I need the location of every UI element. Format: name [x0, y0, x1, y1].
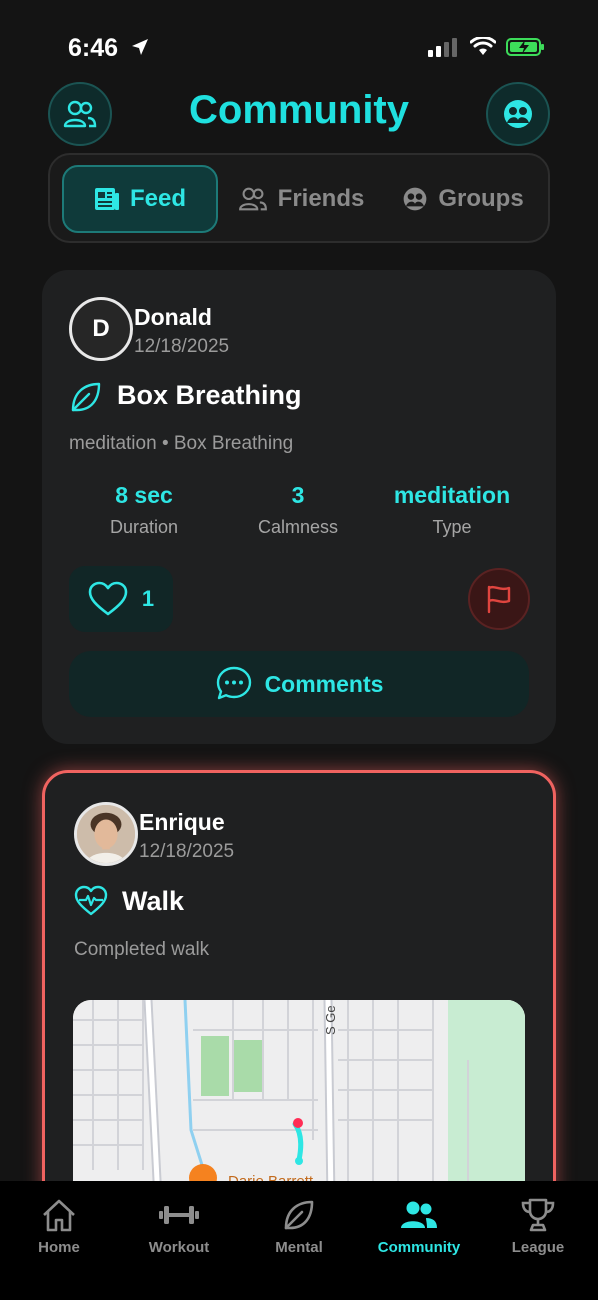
- like-button[interactable]: 1: [69, 566, 173, 632]
- flag-icon: [487, 585, 511, 614]
- stat-calmness: 3 Calmness: [223, 482, 373, 538]
- tab-groups[interactable]: Groups: [398, 165, 528, 233]
- trophy-icon: [488, 1195, 588, 1235]
- location-arrow-icon: [130, 37, 150, 62]
- tab-feed-label: Feed: [129, 185, 186, 212]
- nav-mental-label: Mental: [275, 1239, 323, 1256]
- nav-mental[interactable]: Mental: [249, 1195, 349, 1256]
- people-icon: [369, 1195, 469, 1235]
- stat-value: 3: [291, 482, 305, 508]
- profile-photo: [77, 805, 135, 863]
- report-button[interactable]: [468, 568, 530, 630]
- avatar[interactable]: [74, 802, 138, 866]
- nav-community[interactable]: Community: [369, 1195, 469, 1256]
- post-date: 12/18/2025: [134, 336, 230, 357]
- comments-button[interactable]: Comments: [69, 651, 529, 717]
- signal-icon: [428, 38, 457, 57]
- avatar[interactable]: D: [69, 297, 133, 361]
- people-icon: [238, 187, 267, 211]
- header: Community: [0, 82, 598, 148]
- stat-label: Duration: [109, 517, 179, 537]
- wifi-icon: [470, 37, 496, 55]
- groups-button[interactable]: [486, 82, 550, 146]
- activity-subtitle: Completed walk: [74, 939, 210, 960]
- stat-type: meditation Type: [377, 482, 527, 538]
- activity-title: Walk: [122, 886, 185, 916]
- nav-league[interactable]: League: [488, 1195, 588, 1256]
- status-bar: 6:46: [0, 0, 598, 80]
- post-user-name[interactable]: Donald: [134, 304, 212, 331]
- battery-charging-icon: [506, 38, 544, 56]
- nav-home[interactable]: Home: [9, 1195, 109, 1256]
- bottom-nav: Home Workout Mental Community League: [0, 1181, 598, 1300]
- segmented-tabs: Feed Friends Groups: [48, 153, 550, 243]
- group-avatar-icon: [504, 100, 532, 128]
- activity-subtitle: meditation • Box Breathing: [69, 433, 294, 454]
- leaf-icon: [249, 1195, 349, 1235]
- newspaper-icon: [94, 188, 119, 210]
- leaf-icon: [69, 380, 103, 419]
- nav-workout-label: Workout: [148, 1239, 210, 1256]
- stat-label: Calmness: [257, 517, 339, 537]
- tab-feed[interactable]: Feed: [62, 165, 218, 233]
- heart-icon: [88, 581, 128, 616]
- post-date: 12/18/2025: [139, 841, 235, 862]
- stat-value: 8 sec: [115, 482, 173, 508]
- heart-pulse-icon: [74, 885, 108, 922]
- activity-title: Box Breathing: [117, 380, 302, 410]
- feed-post: D Donald 12/18/2025 Box Breathing medita…: [42, 270, 556, 744]
- stat-duration: 8 sec Duration: [69, 482, 219, 538]
- status-indicators: [428, 37, 546, 57]
- nav-league-label: League: [511, 1239, 565, 1256]
- map-street-label: S Ge: [323, 1005, 338, 1035]
- nav-workout[interactable]: Workout: [129, 1195, 229, 1256]
- comments-label: Comments: [264, 670, 384, 697]
- nav-community-label: Community: [377, 1239, 461, 1256]
- group-avatar-icon: [403, 187, 427, 211]
- stat-label: Type: [432, 517, 472, 537]
- stat-value: meditation: [393, 482, 511, 508]
- post-user-name[interactable]: Enrique: [139, 809, 225, 836]
- home-icon: [9, 1195, 109, 1235]
- status-time: 6:46: [68, 34, 119, 62]
- tab-friends-label: Friends: [277, 185, 365, 212]
- nav-home-label: Home: [38, 1239, 80, 1256]
- tab-friends[interactable]: Friends: [236, 165, 366, 233]
- like-count: 1: [141, 586, 155, 611]
- dumbbell-icon: [129, 1195, 229, 1235]
- tab-groups-label: Groups: [438, 185, 524, 212]
- chat-bubble-icon: [216, 666, 251, 700]
